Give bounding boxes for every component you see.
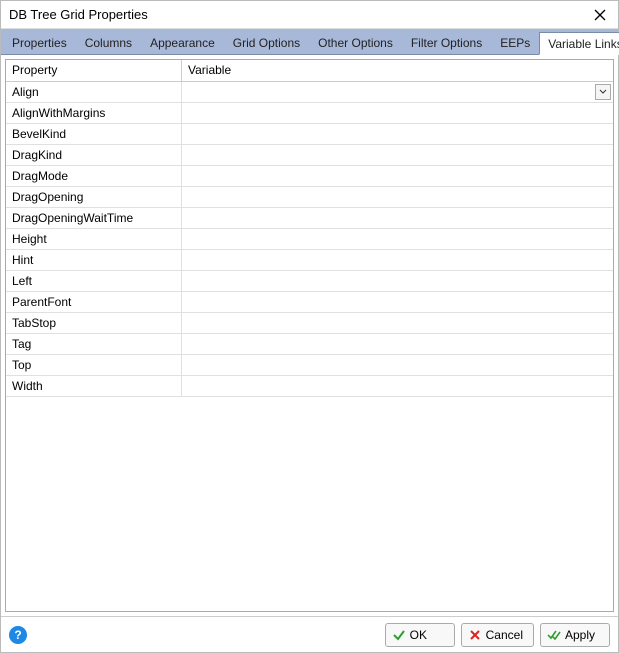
property-cell: ParentFont (6, 292, 182, 312)
property-cell: Height (6, 229, 182, 249)
variable-cell[interactable] (182, 145, 613, 165)
table-row[interactable]: BevelKind (6, 124, 613, 145)
column-header-variable[interactable]: Variable (182, 60, 613, 81)
property-cell: Left (6, 271, 182, 291)
variable-cell[interactable] (182, 271, 613, 291)
apply-icon (547, 628, 561, 642)
check-icon (392, 628, 406, 642)
variable-cell[interactable] (182, 355, 613, 375)
property-cell: DragOpening (6, 187, 182, 207)
table-row[interactable]: Hint (6, 250, 613, 271)
table-row[interactable]: Top (6, 355, 613, 376)
tab-eeps[interactable]: EEPs (491, 31, 539, 54)
table-row[interactable]: DragKind (6, 145, 613, 166)
table-row[interactable]: Width (6, 376, 613, 397)
cancel-button[interactable]: Cancel (461, 623, 534, 647)
table-row[interactable]: Align (6, 82, 613, 103)
variable-cell[interactable] (182, 292, 613, 312)
variable-cell[interactable] (182, 103, 613, 123)
tab-properties[interactable]: Properties (3, 31, 76, 54)
content-area: Property Variable AlignAlignWithMarginsB… (1, 55, 618, 616)
table-row[interactable]: DragOpeningWaitTime (6, 208, 613, 229)
table-row[interactable]: Tag (6, 334, 613, 355)
tab-appearance[interactable]: Appearance (141, 31, 224, 54)
property-cell: AlignWithMargins (6, 103, 182, 123)
dialog-window: DB Tree Grid Properties PropertiesColumn… (0, 0, 619, 653)
table-row[interactable]: DragMode (6, 166, 613, 187)
chevron-down-icon (599, 89, 607, 95)
column-header-property[interactable]: Property (6, 60, 182, 81)
grid-header: Property Variable (6, 60, 613, 82)
variable-cell[interactable] (182, 229, 613, 249)
property-cell: Align (6, 82, 182, 102)
table-row[interactable]: Left (6, 271, 613, 292)
window-title: DB Tree Grid Properties (9, 7, 590, 22)
apply-label: Apply (565, 628, 595, 642)
property-cell: Tag (6, 334, 182, 354)
close-button[interactable] (590, 5, 610, 25)
variable-cell[interactable] (182, 313, 613, 333)
tab-other-options[interactable]: Other Options (309, 31, 402, 54)
variable-cell[interactable] (182, 376, 613, 396)
variable-cell[interactable] (182, 187, 613, 207)
tab-grid-options[interactable]: Grid Options (224, 31, 309, 54)
table-row[interactable]: ParentFont (6, 292, 613, 313)
tab-columns[interactable]: Columns (76, 31, 141, 54)
property-cell: Hint (6, 250, 182, 270)
variable-cell[interactable] (182, 250, 613, 270)
close-icon (594, 9, 606, 21)
table-row[interactable]: TabStop (6, 313, 613, 334)
variable-cell[interactable] (182, 82, 613, 102)
table-row[interactable]: DragOpening (6, 187, 613, 208)
property-grid: Property Variable AlignAlignWithMarginsB… (5, 59, 614, 612)
apply-button[interactable]: Apply (540, 623, 610, 647)
titlebar: DB Tree Grid Properties (1, 1, 618, 29)
property-cell: Width (6, 376, 182, 396)
grid-body: AlignAlignWithMarginsBevelKindDragKindDr… (6, 82, 613, 611)
ok-button[interactable]: OK (385, 623, 455, 647)
property-cell: DragOpeningWaitTime (6, 208, 182, 228)
property-cell: BevelKind (6, 124, 182, 144)
tab-filter-options[interactable]: Filter Options (402, 31, 491, 54)
table-row[interactable]: Height (6, 229, 613, 250)
variable-dropdown-button[interactable] (595, 84, 611, 100)
variable-cell[interactable] (182, 124, 613, 144)
property-cell: DragKind (6, 145, 182, 165)
cancel-label: Cancel (486, 628, 523, 642)
footer: ? OK Cancel Apply (1, 616, 618, 652)
tab-variable-links[interactable]: Variable Links (539, 32, 619, 55)
table-row[interactable]: AlignWithMargins (6, 103, 613, 124)
cancel-icon (468, 628, 482, 642)
property-cell: TabStop (6, 313, 182, 333)
help-button[interactable]: ? (9, 626, 27, 644)
variable-cell[interactable] (182, 334, 613, 354)
property-cell: DragMode (6, 166, 182, 186)
tab-bar: PropertiesColumnsAppearanceGrid OptionsO… (1, 29, 618, 55)
property-cell: Top (6, 355, 182, 375)
ok-label: OK (410, 628, 427, 642)
variable-cell[interactable] (182, 208, 613, 228)
variable-cell[interactable] (182, 166, 613, 186)
